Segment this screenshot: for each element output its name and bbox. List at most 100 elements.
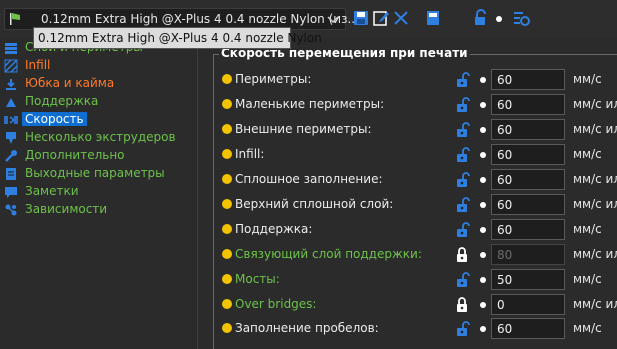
setting-row: Внешние периметры: мм/с ил [218, 118, 617, 142]
settings-gear-icon[interactable] [512, 9, 530, 27]
setting-label: Периметры: [235, 72, 312, 86]
reset-dot-icon[interactable] [480, 77, 486, 83]
nav-item-4[interactable]: Скорость [0, 111, 190, 129]
setting-value-input[interactable] [491, 169, 565, 190]
nav-item-8[interactable]: Заметки [0, 183, 190, 201]
nav-item-label: Заметки [25, 184, 79, 198]
compare-icon[interactable] [424, 9, 442, 27]
setting-value-input[interactable] [491, 144, 565, 165]
lock-open-icon[interactable] [456, 72, 470, 88]
bullet-icon [222, 199, 232, 209]
setting-label: Infill: [235, 147, 265, 161]
setting-value-input[interactable] [491, 69, 565, 90]
support-icon [6, 98, 16, 107]
lock-open-icon[interactable] [456, 122, 470, 138]
reset-dot-icon[interactable] [480, 302, 486, 308]
reset-dot-icon[interactable] [480, 202, 486, 208]
extruder-icon [6, 132, 16, 144]
nav-item-6[interactable]: Дополнительно [0, 147, 190, 165]
setting-row: Заполнение пробелов: мм/с [218, 317, 617, 341]
infill-icon [4, 59, 18, 73]
reset-dot-icon[interactable] [480, 252, 486, 258]
lock-open-icon[interactable] [456, 222, 470, 238]
lock-open-icon[interactable] [456, 197, 470, 213]
wrench-icon [5, 150, 17, 162]
setting-value-input[interactable] [491, 294, 565, 315]
bullet-icon [222, 224, 232, 234]
setting-label: Связующий слой поддержки: [235, 247, 422, 261]
setting-row: Маленькие периметры: мм/с ил [218, 93, 617, 117]
nav-item-label: Скорость [22, 112, 87, 126]
speed-icon [4, 116, 18, 124]
setting-value-input[interactable] [491, 194, 565, 215]
setting-unit: мм/с [573, 147, 602, 161]
lock-open-icon[interactable] [456, 272, 470, 288]
setting-unit: мм/с [573, 72, 602, 86]
setting-row: Сплошное заполнение: мм/с ил [218, 168, 617, 192]
lock-open-icon[interactable] [456, 172, 470, 188]
setting-row: Верхний сплошной слой: мм/с ил [218, 193, 617, 217]
reset-dot-icon[interactable] [480, 102, 486, 108]
bullet-icon [222, 323, 232, 333]
lock-open-icon[interactable] [456, 97, 470, 113]
setting-value-input[interactable] [491, 244, 565, 265]
nav-item-9[interactable]: Зависимости [0, 201, 190, 219]
setting-value-input[interactable] [491, 119, 565, 140]
dot-icon [496, 16, 502, 22]
reset-dot-icon[interactable] [480, 277, 486, 283]
lock-closed-icon[interactable] [456, 247, 470, 263]
setting-row: Связующий слой поддержки: мм/с ил [218, 243, 617, 267]
setting-label: Поддержка: [235, 222, 313, 236]
preset-value: 0.12mm Extra High @X-Plus 4 0.4 nozzle N… [41, 12, 359, 26]
nav-item-3[interactable]: Поддержка [0, 93, 190, 111]
layers-icon [5, 43, 17, 54]
setting-row: Infill: мм/с [218, 143, 617, 167]
setting-value-input[interactable] [491, 94, 565, 115]
lock-icon[interactable] [472, 9, 490, 27]
notes-icon [5, 187, 17, 198]
dependencies-icon [5, 204, 17, 216]
nav-item-7[interactable]: Выходные параметры [0, 165, 190, 183]
setting-label: Верхний сплошной слой: [235, 197, 394, 211]
chevron-down-icon[interactable] [323, 9, 343, 29]
setting-unit: мм/с ил [573, 97, 617, 111]
nav-item-2[interactable]: Юбка и кайма [0, 75, 190, 93]
lock-open-icon[interactable] [456, 147, 470, 163]
setting-label: Внешние периметры: [235, 122, 372, 136]
setting-unit: мм/с [573, 272, 602, 286]
setting-label: Мосты: [235, 272, 280, 286]
setting-label: Сплошное заполнение: [235, 172, 383, 186]
save-icon[interactable] [352, 9, 370, 27]
nav-item-label: Infill [25, 58, 51, 72]
setting-label: Маленькие периметры: [235, 97, 385, 111]
skirt-icon [6, 79, 16, 90]
reset-dot-icon[interactable] [480, 152, 486, 158]
reset-dot-icon[interactable] [480, 326, 486, 332]
panel-divider [197, 38, 198, 349]
setting-unit: мм/с ил [573, 197, 617, 211]
nav-item-1[interactable]: Infill [0, 57, 190, 75]
reset-dot-icon[interactable] [480, 227, 486, 233]
output-icon [6, 168, 16, 180]
reset-dot-icon[interactable] [480, 127, 486, 133]
rename-icon[interactable] [372, 9, 390, 27]
lock-closed-icon[interactable] [456, 297, 470, 313]
setting-unit: мм/с [573, 222, 602, 236]
setting-unit: мм/с ил [573, 172, 617, 186]
setting-unit: мм/с [573, 321, 602, 335]
setting-value-input[interactable] [491, 219, 565, 240]
setting-row: Мосты: мм/с [218, 268, 617, 292]
bullet-icon [222, 174, 232, 184]
setting-unit: мм/с ил [573, 297, 617, 311]
bullet-icon [222, 249, 232, 259]
setting-value-input[interactable] [491, 318, 565, 339]
delete-icon[interactable] [392, 9, 410, 27]
nav-item-label: Зависимости [25, 202, 108, 216]
nav-item-label: Несколько экструдеров [25, 130, 176, 144]
setting-unit: мм/с ил [573, 122, 617, 136]
reset-dot-icon[interactable] [480, 177, 486, 183]
setting-row: Периметры: мм/с [218, 68, 617, 92]
lock-open-icon[interactable] [456, 321, 470, 337]
nav-item-5[interactable]: Несколько экструдеров [0, 129, 190, 147]
setting-value-input[interactable] [491, 269, 565, 290]
